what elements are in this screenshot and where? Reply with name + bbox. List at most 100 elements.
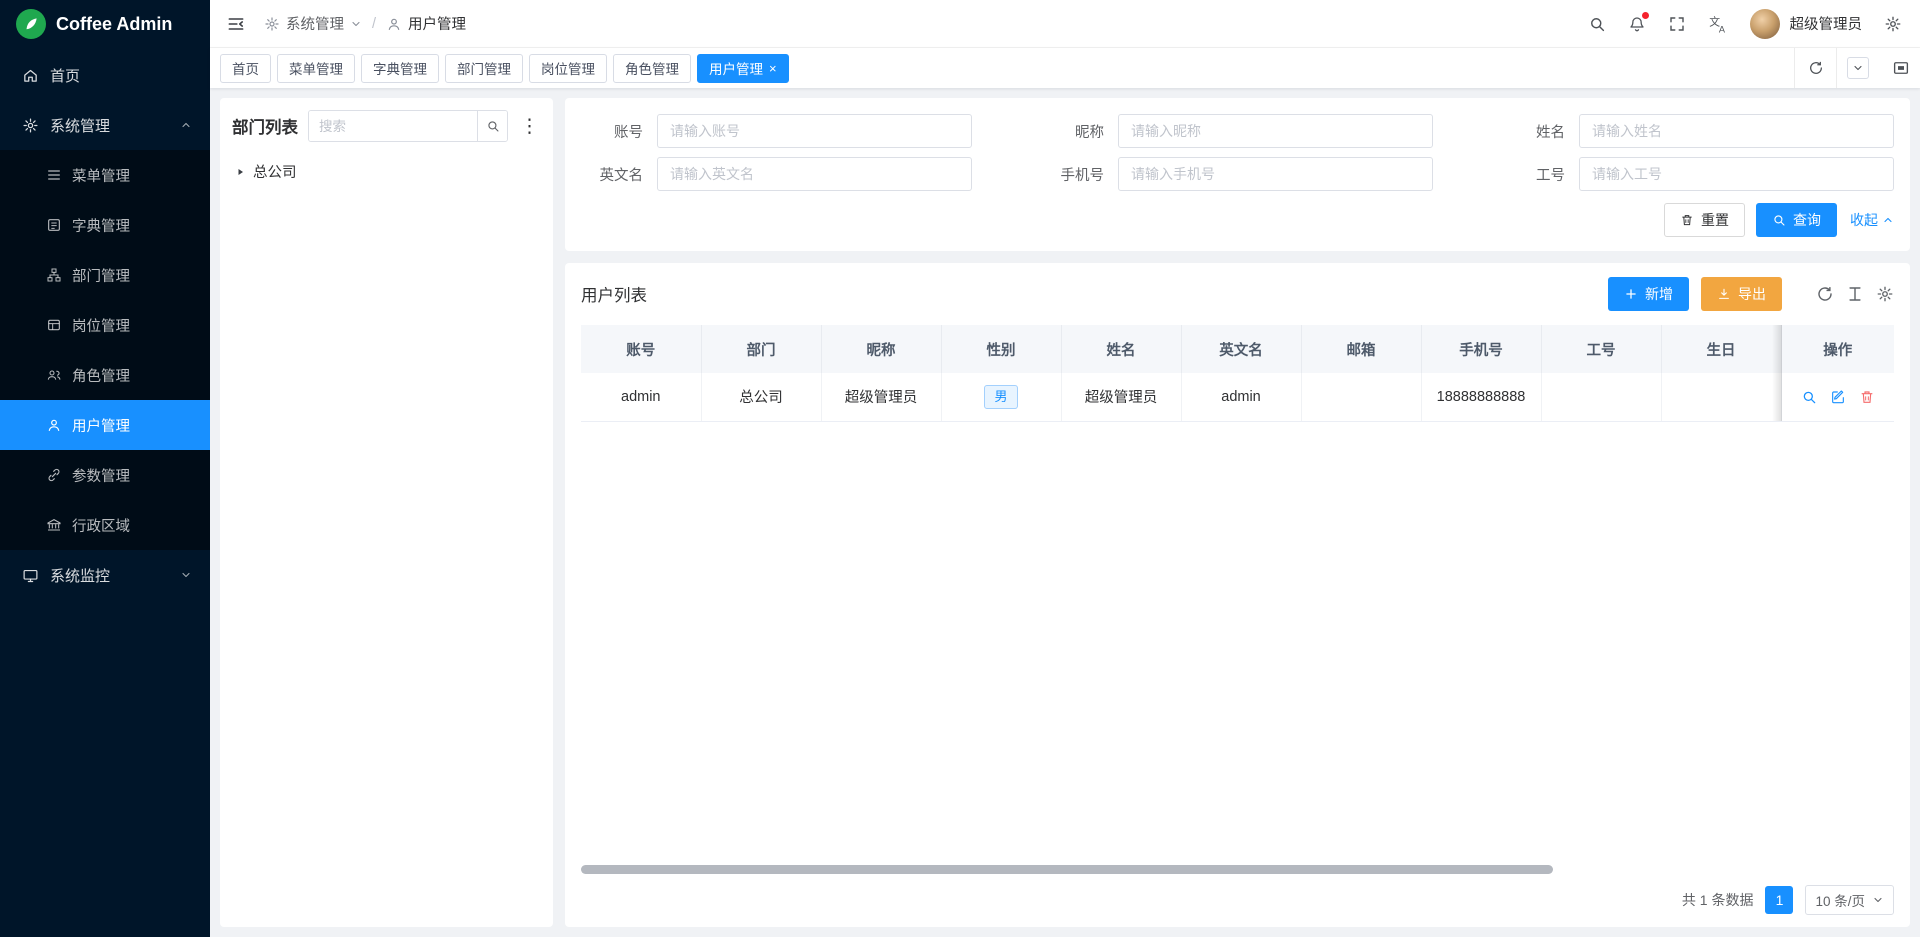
tab-user-mgmt[interactable]: 用户管理 × [697,54,789,83]
caret-right-icon [234,166,246,178]
sidebar-item-home[interactable]: 首页 [0,50,210,100]
dept-search-button[interactable] [477,111,507,141]
col-phone: 手机号 [1421,325,1541,373]
tree-node-root[interactable]: 总公司 [232,152,541,191]
sidebar-submenu-system: 菜单管理 字典管理 部门管理 岗位管理 角色管理 [0,150,210,550]
breadcrumb-item-user: 用户管理 [408,13,466,34]
people-icon [46,367,62,383]
edit-row-icon[interactable] [1830,389,1846,405]
column-settings-icon[interactable] [1846,285,1864,303]
app-title: Coffee Admin [56,14,172,35]
sidebar-item-user-mgmt[interactable]: 用户管理 [0,400,210,450]
tab-home[interactable]: 首页 [220,54,271,83]
open-tabs: 首页 菜单管理 字典管理 部门管理 岗位管理 角色管理 用户管理 × [220,54,789,83]
sidebar-item-label: 菜单管理 [72,165,130,186]
tab-menu-mgmt[interactable]: 菜单管理 [277,54,355,83]
sidebar-group-system[interactable]: 系统管理 [0,100,210,150]
field-label: 手机号 [1042,164,1104,185]
account-input[interactable] [657,114,972,148]
col-birthday: 生日 [1661,325,1781,373]
col-gender: 性别 [941,325,1061,373]
post-icon [46,317,62,333]
col-english-name: 英文名 [1181,325,1301,373]
fullscreen-icon[interactable] [1668,15,1686,33]
tab-dict-mgmt[interactable]: 字典管理 [361,54,439,83]
field-name: 姓名 [1503,114,1894,148]
sidebar-group-monitor[interactable]: 系统监控 [0,550,210,600]
phone-input[interactable] [1118,157,1433,191]
col-nickname: 昵称 [821,325,941,373]
col-name: 姓名 [1061,325,1181,373]
export-button[interactable]: 导出 [1701,277,1782,311]
app-root: Coffee Admin 首页 系统管理 菜单管理 字典管理 [0,0,1920,937]
gear-icon [264,16,280,32]
sidebar-item-label: 字典管理 [72,215,130,236]
view-row-icon[interactable] [1801,389,1817,405]
main-area: 系统管理 / 用户管理 超级管理员 首页 菜单管理 字典管理 [210,0,1920,937]
reset-button[interactable]: 重置 [1664,203,1745,237]
avatar[interactable] [1750,9,1780,39]
col-account: 账号 [581,325,701,373]
sidebar-item-dept-mgmt[interactable]: 部门管理 [0,250,210,300]
table-header-row: 账号 部门 昵称 性别 姓名 英文名 邮箱 手机号 工号 生日 操作 [581,325,1894,373]
chevron-down-icon [180,569,192,581]
bank-icon [46,517,62,533]
table-settings-gear-icon[interactable] [1876,285,1894,303]
topbar-actions: 超级管理员 [1588,9,1903,39]
delete-row-icon[interactable] [1859,389,1875,405]
search-icon [1772,213,1786,227]
field-account: 账号 [581,114,972,148]
sidebar-item-dict-mgmt[interactable]: 字典管理 [0,200,210,250]
username[interactable]: 超级管理员 [1790,13,1863,34]
field-label: 账号 [581,121,643,142]
nickname-input[interactable] [1118,114,1433,148]
dept-panel: 部门列表 ⋮ 总公司 [220,98,553,927]
plus-icon [1624,287,1638,301]
search-button[interactable]: 查询 [1756,203,1837,237]
sidebar-item-param-mgmt[interactable]: 参数管理 [0,450,210,500]
add-user-button[interactable]: 新增 [1608,277,1689,311]
tab-close-icon[interactable]: × [769,62,777,75]
field-phone: 手机号 [1042,157,1433,191]
sidebar-item-region[interactable]: 行政区域 [0,500,210,550]
settings-gear-icon[interactable] [1884,15,1902,33]
sidebar-item-post-mgmt[interactable]: 岗位管理 [0,300,210,350]
chevron-up-icon [1882,214,1894,226]
tab-actions-dropdown[interactable] [1836,48,1878,88]
dept-search-input[interactable] [309,111,477,141]
tab-dept-mgmt[interactable]: 部门管理 [445,54,523,83]
content: 部门列表 ⋮ 总公司 账号 [210,88,1920,937]
content-fullscreen-icon[interactable] [1892,59,1910,77]
search-icon[interactable] [1588,15,1606,33]
notification-bell-icon[interactable] [1628,15,1646,33]
tab-role-mgmt[interactable]: 角色管理 [613,54,691,83]
collapse-filter-link[interactable]: 收起 [1850,210,1894,230]
page-size-select[interactable]: 10 条/页 [1805,885,1894,915]
tabbar: 首页 菜单管理 字典管理 部门管理 岗位管理 角色管理 用户管理 × [210,48,1920,88]
horizontal-scrollbar-thumb[interactable] [581,865,1553,874]
cell-work-id [1541,373,1661,421]
english-name-input[interactable] [657,157,972,191]
sidebar-item-role-mgmt[interactable]: 角色管理 [0,350,210,400]
page-number-button[interactable]: 1 [1765,886,1793,914]
breadcrumb-item-system[interactable]: 系统管理 [286,13,344,34]
table-row[interactable]: admin 总公司 超级管理员 男 超级管理员 admin 1888888888… [581,373,1894,421]
tab-post-mgmt[interactable]: 岗位管理 [529,54,607,83]
dept-more-icon[interactable]: ⋮ [518,117,541,136]
cell-nickname: 超级管理员 [821,373,941,421]
refresh-table-icon[interactable] [1816,285,1834,303]
work-id-input[interactable] [1579,157,1894,191]
download-icon [1717,287,1731,301]
sidebar-item-label: 行政区域 [72,515,130,536]
org-tree-icon [46,267,62,283]
user-table: 账号 部门 昵称 性别 姓名 英文名 邮箱 手机号 工号 生日 操作 [581,325,1894,422]
collapse-sidebar-button[interactable] [226,14,246,34]
sidebar-item-menu-mgmt[interactable]: 菜单管理 [0,150,210,200]
tabbar-tools [1794,48,1910,88]
filter-card: 账号 昵称 姓名 英文名 [565,98,1910,251]
name-input[interactable] [1579,114,1894,148]
refresh-tab-icon[interactable] [1794,48,1836,88]
pagination: 共 1 条数据 1 10 条/页 [581,885,1894,915]
translate-icon[interactable] [1708,14,1728,34]
sidebar-item-label: 部门管理 [72,265,130,286]
